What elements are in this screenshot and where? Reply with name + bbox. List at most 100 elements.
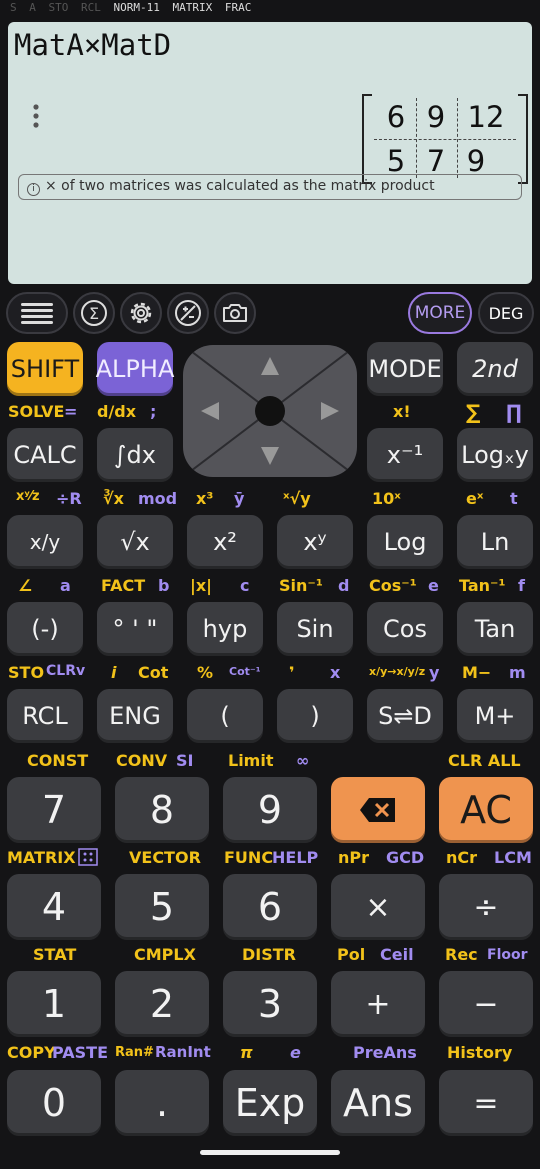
dms-key[interactable]: ° ' ": [97, 602, 173, 656]
matrix-grid-icon: [78, 848, 98, 870]
power-key[interactable]: xʸ: [277, 515, 353, 569]
rcl-key[interactable]: RCL: [7, 689, 83, 743]
angle-mode-button[interactable]: DEG: [478, 292, 534, 334]
fraction-key[interactable]: x/y: [7, 515, 83, 569]
solve-eq-label: =: [64, 402, 78, 421]
angle-label: ∠: [18, 576, 33, 595]
clr-all-label: CLR ALL: [448, 751, 521, 770]
settings-button[interactable]: [120, 292, 162, 334]
var-b-label: b: [158, 576, 170, 595]
ddx-label: d/dx: [97, 402, 137, 421]
info-icon: i: [27, 183, 40, 196]
log-key[interactable]: Log: [367, 515, 443, 569]
shift-key[interactable]: SHIFT: [7, 342, 83, 396]
add-key[interactable]: +: [331, 971, 425, 1037]
alpha-key[interactable]: ALPHA: [96, 342, 174, 396]
second-key[interactable]: 2nd: [457, 342, 533, 396]
digit-4-key[interactable]: 4: [7, 874, 101, 940]
equals-key[interactable]: =: [439, 1070, 533, 1136]
divide-key[interactable]: ÷: [439, 874, 533, 940]
sto-label: STO: [8, 663, 45, 682]
negative-key[interactable]: (-): [7, 602, 83, 656]
subtract-key[interactable]: −: [439, 971, 533, 1037]
sum-button[interactable]: Σ: [73, 292, 115, 334]
ybar-label: ȳ: [234, 489, 245, 508]
ncr-label: nCr: [446, 848, 478, 867]
logxy-key[interactable]: Logₓy: [457, 428, 533, 482]
ranint-label: RanInt: [155, 1043, 211, 1061]
const-label: CONST: [27, 751, 89, 770]
arrow-up-icon[interactable]: [261, 357, 279, 375]
direction-pad[interactable]: [183, 345, 357, 477]
sin-key[interactable]: Sin: [277, 602, 353, 656]
calc-key[interactable]: CALC: [7, 428, 83, 482]
cos-key[interactable]: Cos: [367, 602, 443, 656]
exp-key[interactable]: Exp: [223, 1070, 317, 1136]
digit-7-key[interactable]: 7: [7, 777, 101, 843]
s-to-d-key[interactable]: S⇌D: [367, 689, 443, 743]
fact-label: FACT: [101, 576, 146, 595]
m-plus-key[interactable]: M+: [457, 689, 533, 743]
calculator-display[interactable]: MatA×MatD 6 9 12 5 7 9 i × of two matrice…: [8, 22, 532, 284]
gear-icon: [130, 302, 152, 324]
ac-key[interactable]: AC: [439, 777, 533, 843]
status-bar: S A STO RCL NORM-11 MATRIX FRAC: [0, 0, 540, 16]
more-button[interactable]: MORE: [408, 292, 472, 334]
asin-label: Sin⁻¹: [279, 576, 323, 595]
home-indicator[interactable]: [200, 1150, 340, 1155]
multiply-key[interactable]: ×: [331, 874, 425, 940]
eng-key[interactable]: ENG: [97, 689, 173, 743]
plus-minus-button[interactable]: [167, 292, 209, 334]
mode-key[interactable]: MODE: [367, 342, 443, 396]
ceil-label: Ceil: [380, 945, 414, 964]
arrow-down-icon[interactable]: [261, 447, 279, 465]
digit-3-key[interactable]: 3: [223, 971, 317, 1037]
var-m-label: m: [509, 663, 526, 682]
hyp-key[interactable]: hyp: [187, 602, 263, 656]
vertical-dots-icon[interactable]: [26, 104, 46, 128]
stat-label: STAT: [33, 945, 77, 964]
ten-power-label: 10ˣ: [372, 489, 401, 508]
digit-9-key[interactable]: 9: [223, 777, 317, 843]
integral-key[interactable]: ∫dx: [97, 428, 173, 482]
right-paren-key[interactable]: ): [277, 689, 353, 743]
cbrt-label: ∛x: [103, 489, 124, 508]
cmplx-label: CMPLX: [134, 945, 196, 964]
var-c-label: c: [240, 576, 250, 595]
inverse-key[interactable]: x⁻¹: [367, 428, 443, 482]
digit-5-key[interactable]: 5: [115, 874, 209, 940]
matrix-cell: 12: [467, 100, 505, 134]
status-alpha: A: [29, 1, 36, 14]
digit-0-key[interactable]: 0: [7, 1070, 101, 1136]
result-matrix: 6 9 12 5 7 9: [362, 94, 528, 184]
status-rcl: RCL: [81, 1, 101, 14]
infinity-label: ∞: [296, 751, 310, 770]
distr-label: DISTR: [242, 945, 296, 964]
camera-button[interactable]: [214, 292, 256, 334]
random-label: Ran#: [115, 1045, 154, 1060]
square-key[interactable]: x²: [187, 515, 263, 569]
var-x-label: x: [330, 663, 341, 682]
digit-1-key[interactable]: 1: [7, 971, 101, 1037]
sqrt-key[interactable]: √x: [97, 515, 173, 569]
mod-label: mod: [138, 489, 178, 508]
arrow-right-icon[interactable]: [321, 402, 339, 420]
ln-key[interactable]: Ln: [457, 515, 533, 569]
menu-button[interactable]: [6, 292, 68, 334]
left-paren-key[interactable]: (: [187, 689, 263, 743]
digit-6-key[interactable]: 6: [223, 874, 317, 940]
imaginary-label: i: [111, 663, 117, 682]
decimal-key[interactable]: .: [115, 1070, 209, 1136]
camera-icon: [223, 304, 247, 322]
gcd-label: GCD: [386, 848, 425, 867]
ans-key[interactable]: Ans: [331, 1070, 425, 1136]
delete-key[interactable]: [331, 777, 425, 843]
tan-key[interactable]: Tan: [457, 602, 533, 656]
digit-2-key[interactable]: 2: [115, 971, 209, 1037]
comma-label: ❜: [289, 663, 295, 682]
fraction-xyz-label: xʸ⁄z: [16, 489, 40, 504]
digit-8-key[interactable]: 8: [115, 777, 209, 843]
mminus-label: M−: [462, 663, 492, 682]
matrix-cell: 6: [386, 100, 406, 134]
arrow-left-icon[interactable]: [201, 402, 219, 420]
